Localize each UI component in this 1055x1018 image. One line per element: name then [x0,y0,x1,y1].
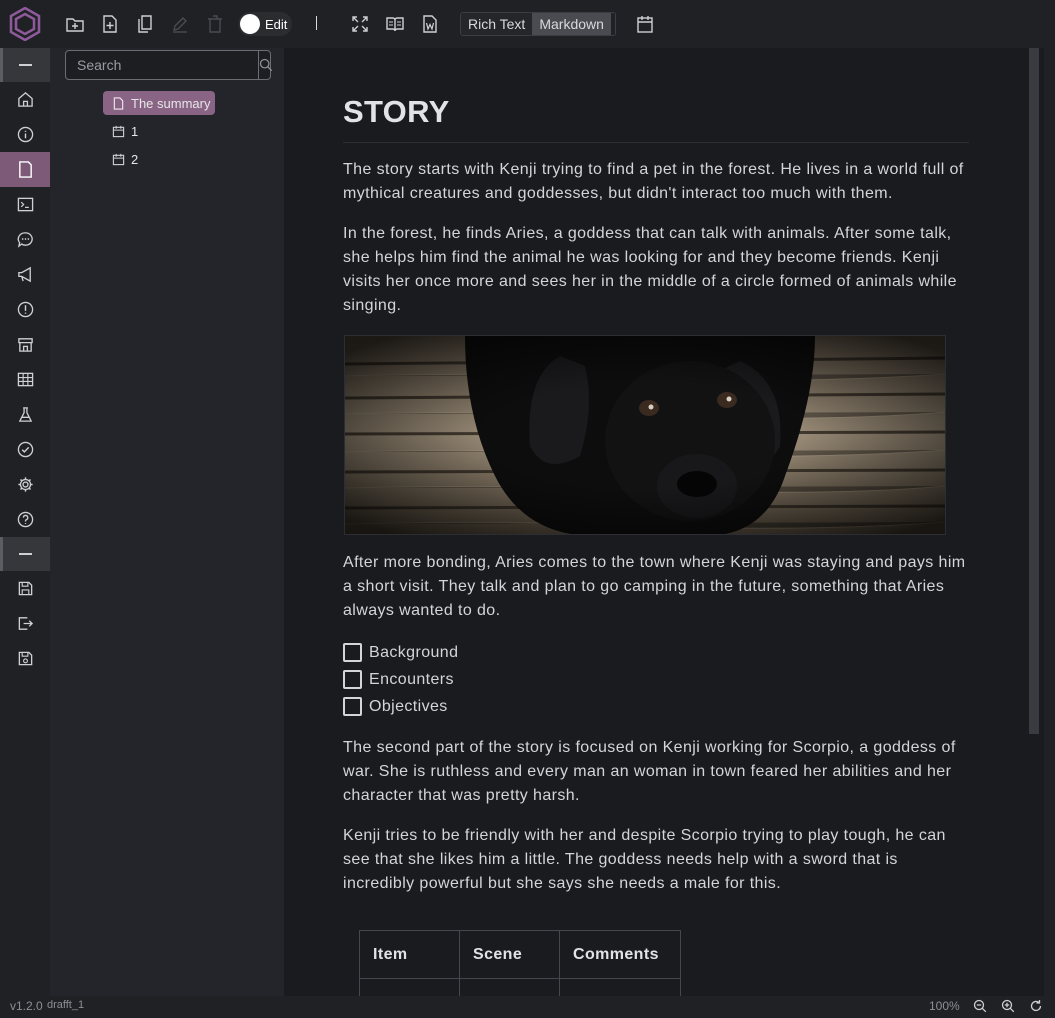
calendar-icon[interactable] [633,12,657,36]
checklist-item-label: Objectives [369,697,448,715]
checkbox[interactable] [343,697,362,716]
page-icon [113,96,124,110]
table-header-scene: Scene [459,930,560,979]
export-word-icon[interactable] [418,12,442,36]
module-rail [0,48,50,996]
tree-search [65,50,273,80]
store-icon[interactable] [0,327,50,362]
home-icon[interactable] [0,82,50,117]
reset-zoom-icon[interactable] [1029,999,1043,1013]
rename-icon [168,12,192,36]
table-row [359,978,681,996]
checklist-item[interactable]: Background [343,639,969,666]
alert-icon[interactable] [0,292,50,327]
info-icon[interactable] [0,117,50,152]
puppy-image [344,335,946,535]
documents-icon[interactable] [0,152,50,187]
markdown-mode-button[interactable]: Markdown [532,13,611,35]
checkbox[interactable] [343,670,362,689]
help-icon[interactable] [0,502,50,537]
table-cell [459,978,560,996]
exit-icon[interactable] [0,606,50,641]
tree-node-label: 1 [131,123,139,139]
zoom-level: 100% [929,999,960,1013]
paragraph: In the forest, he finds Aries, a goddess… [343,225,957,314]
reader-icon[interactable] [383,12,407,36]
megaphone-icon[interactable] [0,257,50,292]
new-document-icon[interactable] [98,12,122,36]
editor-mode-switch: Rich Text Markdown [460,12,616,36]
toolbar: Edit Rich Text Markdown [0,0,1055,48]
table-cell [559,978,681,996]
document-tree: The summary 1 2 [50,48,284,996]
table-header-comments: Comments [559,930,681,979]
terminal-icon[interactable] [0,187,50,222]
search-icon [259,58,273,72]
flask-icon[interactable] [0,397,50,432]
gear-icon[interactable] [0,467,50,502]
tree-node-1[interactable]: 1 [112,119,138,143]
tree-node-the-summary[interactable]: The summary [103,91,216,115]
save-icon[interactable] [0,571,50,606]
zoom-in-icon[interactable] [1001,999,1015,1013]
table-cell [359,978,460,996]
table-header-row: Item Scene Comments [359,930,681,979]
paragraph: Kenji tries to be friendly with her and … [343,827,946,892]
items-table: Item Scene Comments [359,930,681,996]
markdown-preview[interactable]: STORY The story starts with Kenji trying… [284,48,1044,996]
paragraph: The second part of the story is focused … [343,739,956,804]
checklist-item[interactable]: Encounters [343,666,969,693]
duplicate-icon[interactable] [133,12,157,36]
editor-scrollbar-thumb[interactable] [1029,48,1039,734]
edit-toggle-label: Edit [265,16,288,32]
search-input[interactable] [66,51,258,79]
new-folder-icon[interactable] [63,12,87,36]
collapse-rail-button[interactable] [0,48,50,82]
table-header-item: Item [359,930,460,979]
toolbar-divider [316,16,317,30]
tree-node-label: 2 [131,151,139,167]
rich-text-mode-button[interactable]: Rich Text [461,13,533,35]
checkbox[interactable] [343,643,362,662]
tree-node-label: The summary [131,95,211,111]
fullscreen-icon[interactable] [348,12,372,36]
zoom-out-icon[interactable] [973,999,987,1013]
edit-toggle[interactable]: Edit [238,12,292,36]
document-content: STORY The story starts with Kenji trying… [343,48,969,996]
tree-node-2[interactable]: 2 [112,147,138,171]
checklist-item-label: Encounters [369,670,454,688]
status-bar: v1.2.0 drafft_1 100% [0,996,1055,1018]
collapse-actions-button[interactable] [0,537,50,571]
checklist-item-label: Background [369,643,459,661]
paragraph: After more bonding, Aries comes to the t… [343,554,966,619]
paragraph: The story starts with Kenji trying to fi… [343,161,964,202]
save-as-icon[interactable] [0,641,50,676]
app-version: v1.2.0 [10,999,43,1013]
calendar-icon [112,125,125,137]
delete-icon [203,12,227,36]
checklist-item[interactable]: Objectives [343,693,969,720]
search-button[interactable] [258,51,273,79]
app-logo [9,6,41,42]
calendar-icon [112,153,125,165]
checklist: Background Encounters Objectives [343,639,969,720]
check-circle-icon[interactable] [0,432,50,467]
document-title: STORY [343,94,969,143]
toggle-knob [240,14,260,34]
dialogue-icon[interactable] [0,222,50,257]
table-icon[interactable] [0,362,50,397]
project-name: drafft_1 [47,999,85,1011]
